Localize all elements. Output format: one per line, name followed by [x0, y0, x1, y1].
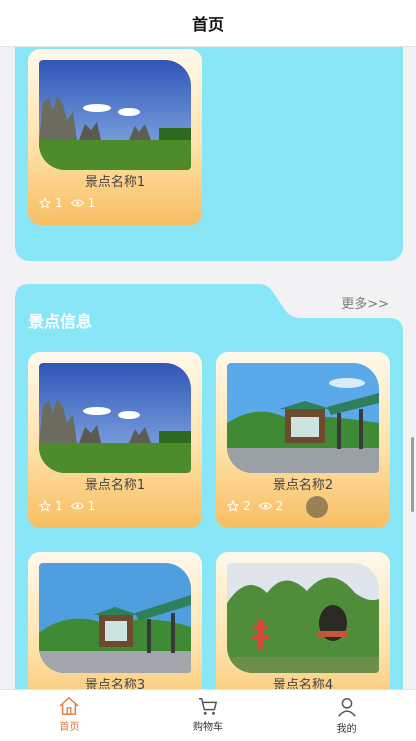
page-title: 首页: [191, 15, 224, 34]
attraction-card[interactable]: 景点名称1 1 1: [28, 352, 202, 528]
nav-item-home[interactable]: 首页: [0, 690, 139, 741]
likes-count: 1: [55, 196, 63, 210]
views-count: 1: [87, 196, 96, 210]
eye-icon: [70, 502, 84, 510]
eye-icon: [70, 199, 84, 207]
user-icon: [337, 698, 356, 717]
attraction-name: 景点名称1: [84, 175, 146, 190]
attraction-stats: 1 1: [39, 196, 99, 210]
nav-label: 我的: [336, 724, 357, 735]
attraction-card[interactable]: 景点名称2 2 2: [216, 352, 390, 528]
likes-count: 2: [243, 499, 251, 513]
attraction-card[interactable]: 景点名称1 1 1: [28, 49, 202, 225]
attraction-name: 景点名称2: [272, 478, 334, 493]
featured-panel: 景点名称1 1 1: [15, 30, 403, 261]
nav-item-cart[interactable]: 购物车: [139, 690, 278, 741]
attraction-stats: 1 1: [39, 499, 99, 513]
views-count: 2: [275, 499, 284, 513]
home-icon: [59, 696, 79, 715]
attraction-image: [39, 563, 191, 673]
attractions-section: 景点信息 更多>> 景点名称1 1 1 景点名称2 2 2 景点名称3 景点名称…: [15, 284, 403, 728]
likes-count: 1: [55, 499, 63, 513]
nav-label: 首页: [59, 722, 80, 733]
attraction-image: [39, 60, 191, 170]
attraction-image: [227, 363, 379, 473]
section-title: 景点信息: [28, 312, 93, 331]
attraction-stats: 2 2: [227, 499, 287, 513]
top-bar: 首页: [0, 0, 416, 47]
eye-icon: [258, 502, 272, 510]
views-count: 1: [87, 499, 96, 513]
star-icon: [39, 500, 51, 512]
star-icon: [227, 500, 239, 512]
nav-item-profile[interactable]: 我的: [277, 690, 416, 741]
bottom-nav: 首页 购物车 我的: [0, 689, 416, 741]
star-icon: [39, 197, 51, 209]
attraction-image: [39, 363, 191, 473]
cart-icon: [198, 698, 218, 715]
touch-indicator: [306, 496, 328, 518]
more-link[interactable]: 更多>>: [341, 293, 389, 312]
attraction-image: [227, 563, 379, 673]
attraction-name: 景点名称1: [84, 478, 146, 493]
nav-label: 购物车: [193, 722, 223, 733]
scrollbar[interactable]: [411, 437, 414, 512]
